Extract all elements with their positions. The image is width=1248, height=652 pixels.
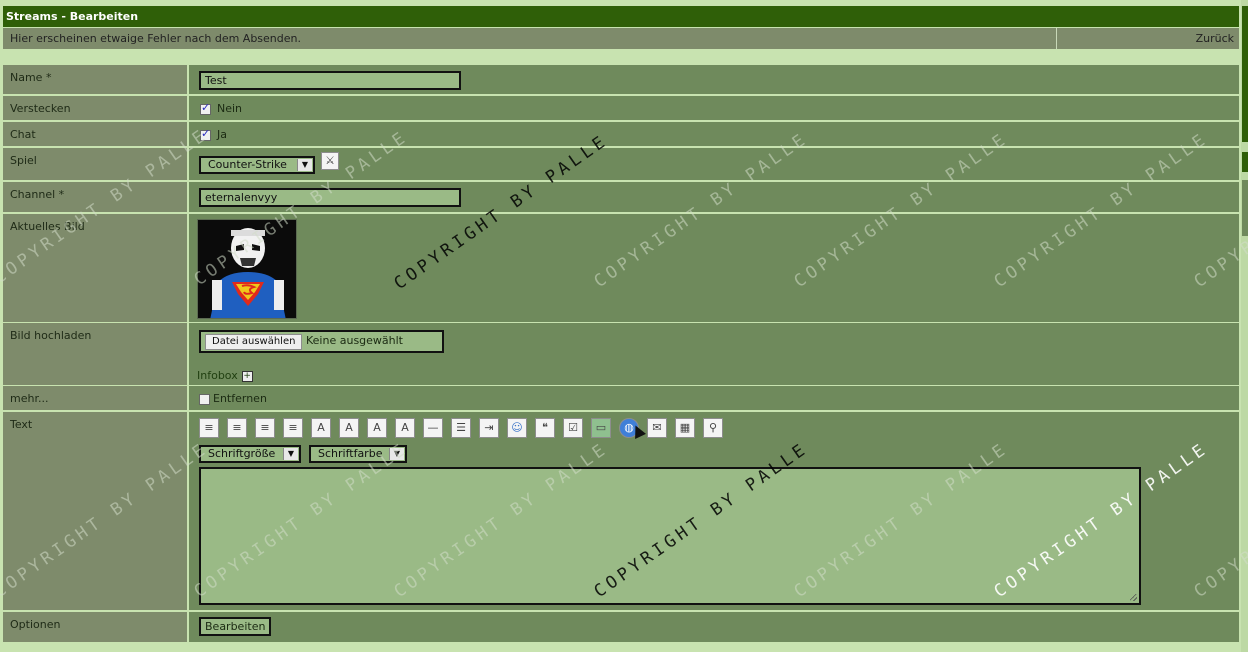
remove-checkbox[interactable] xyxy=(199,394,210,405)
hide-checkbox-label: Nein xyxy=(217,102,243,115)
game-select[interactable]: Counter-Strike ▼ xyxy=(199,156,315,174)
scrollbar-thumb-secondary xyxy=(1242,152,1248,172)
game-cell: Counter-Strike ▼ ⚔ xyxy=(189,148,1239,180)
channel-cell xyxy=(189,182,1239,212)
name-input[interactable] xyxy=(199,71,461,90)
file-input: Datei auswählen Keine ausgewählt xyxy=(199,330,444,353)
name-label: Name * xyxy=(3,65,187,94)
hide-label: Verstecken xyxy=(3,96,187,120)
error-message: Hier erscheinen etwaige Fehler nach dem … xyxy=(10,32,302,45)
current-image-row: Aktuelles Bild xyxy=(3,214,1239,322)
text-label: Text xyxy=(3,412,187,610)
remove-checkbox-label: Entfernen xyxy=(213,392,267,405)
name-row: Name * xyxy=(3,65,1239,94)
align-left-icon[interactable]: ≡ xyxy=(199,418,219,438)
divider xyxy=(1056,28,1057,49)
text-editor[interactable] xyxy=(199,467,1141,605)
stormtrooper-superman-image xyxy=(198,220,296,318)
list-icon[interactable]: ☰ xyxy=(451,418,471,438)
infobox-toggle[interactable]: Infobox + xyxy=(197,369,253,382)
options-cell: Bearbeiten xyxy=(189,612,1239,642)
chevron-down-icon: ▼ xyxy=(283,448,298,460)
choose-file-button[interactable]: Datei auswählen xyxy=(205,334,303,350)
chat-label: Chat xyxy=(3,122,187,146)
resize-grip-icon[interactable] xyxy=(1130,594,1137,601)
underline-icon[interactable]: A xyxy=(367,418,387,438)
hide-row: Verstecken ✓ Nein xyxy=(3,96,1239,120)
scrollbar-track-segment xyxy=(1242,180,1248,236)
chat-checkbox[interactable]: ✓ xyxy=(200,127,211,141)
checkmark-icon: ✓ xyxy=(201,127,211,140)
align-right-icon[interactable]: ≡ xyxy=(255,418,275,438)
infobox-label: Infobox xyxy=(197,369,238,382)
options-label: Optionen xyxy=(3,612,187,642)
hide-cell: ✓ Nein xyxy=(189,96,1239,120)
submit-button[interactable]: Bearbeiten xyxy=(199,617,272,636)
more-cell: Entfernen xyxy=(189,386,1239,410)
more-row: mehr... Entfernen xyxy=(3,386,1239,410)
plus-icon: + xyxy=(241,370,253,382)
image-icon[interactable]: ▭ xyxy=(591,418,611,438)
chat-row: Chat ✓ Ja xyxy=(3,122,1239,146)
error-info-bar: Hier erscheinen etwaige Fehler nach dem … xyxy=(3,28,1239,49)
upload-cell: Datei auswählen Keine ausgewählt Infobox… xyxy=(189,323,1239,385)
font-color-value: Schriftfarbe xyxy=(318,447,383,460)
chevron-down-icon: ▼ xyxy=(389,448,404,460)
file-status: Keine ausgewählt xyxy=(306,334,403,347)
quote-icon[interactable]: ❝ xyxy=(535,418,555,438)
channel-input[interactable] xyxy=(199,188,461,207)
game-row: Spiel Counter-Strike ▼ ⚔ xyxy=(3,148,1239,180)
font-color-select[interactable]: Schriftfarbe ▼ xyxy=(309,445,407,463)
text-cell: ≡ ≡ ≡ ≡ A A A A — ☰ ⇥ ☺ ❝ ☑ ▭ ◍ ✉ ▦ ⚲ Schriftgröße ▼ Schri… xyxy=(189,412,1239,610)
globe-link-icon[interactable]: ◍ xyxy=(619,418,639,438)
game-figure-icon: ⚔ xyxy=(325,154,335,167)
page-title: Streams - Bearbeiten xyxy=(3,6,1239,27)
indent-icon[interactable]: ⇥ xyxy=(479,418,499,438)
chat-cell: ✓ Ja xyxy=(189,122,1239,146)
horizontal-rule-icon[interactable]: — xyxy=(423,418,443,438)
strikethrough-icon[interactable]: A xyxy=(395,418,415,438)
channel-label: Channel * xyxy=(3,182,187,212)
back-link[interactable]: Zurück xyxy=(1196,28,1234,49)
font-size-select[interactable]: Schriftgröße ▼ xyxy=(199,445,301,463)
current-image-cell xyxy=(189,214,1239,322)
hide-checkbox[interactable]: ✓ xyxy=(200,101,211,115)
game-icon-button[interactable]: ⚔ xyxy=(321,152,339,170)
options-row: Optionen Bearbeiten xyxy=(3,612,1239,642)
smiley-icon[interactable]: ☺ xyxy=(507,418,527,438)
email-icon[interactable]: ✉ xyxy=(647,418,667,438)
checkmark-icon: ✓ xyxy=(201,101,211,114)
checklist-icon[interactable]: ☑ xyxy=(563,418,583,438)
text-row: Text ≡ ≡ ≡ ≡ A A A A — ☰ ⇥ ☺ ❝ ☑ ▭ ◍ ✉ ▦ ⚲ Schriftgröße ▼ … xyxy=(3,412,1239,610)
name-cell xyxy=(189,65,1239,94)
channel-row: Channel * xyxy=(3,182,1239,212)
font-size-value: Schriftgröße xyxy=(208,447,276,460)
scrollbar[interactable] xyxy=(1241,0,1248,652)
search-icon[interactable]: ⚲ xyxy=(703,418,723,438)
game-label: Spiel xyxy=(3,148,187,180)
align-center-icon[interactable]: ≡ xyxy=(227,418,247,438)
upload-row: Bild hochladen Datei auswählen Keine aus… xyxy=(3,323,1239,385)
scrollbar-thumb[interactable] xyxy=(1242,6,1248,142)
italic-icon[interactable]: A xyxy=(339,418,359,438)
current-image-label: Aktuelles Bild xyxy=(3,214,187,322)
chat-checkbox-label: Ja xyxy=(217,128,227,141)
bold-icon[interactable]: A xyxy=(311,418,331,438)
chevron-down-icon: ▼ xyxy=(297,159,312,171)
more-label: mehr... xyxy=(3,386,187,410)
align-justify-icon[interactable]: ≡ xyxy=(283,418,303,438)
stream-image xyxy=(197,219,297,319)
upload-label: Bild hochladen xyxy=(3,323,187,385)
table-icon[interactable]: ▦ xyxy=(675,418,695,438)
game-select-value: Counter-Strike xyxy=(208,158,287,171)
